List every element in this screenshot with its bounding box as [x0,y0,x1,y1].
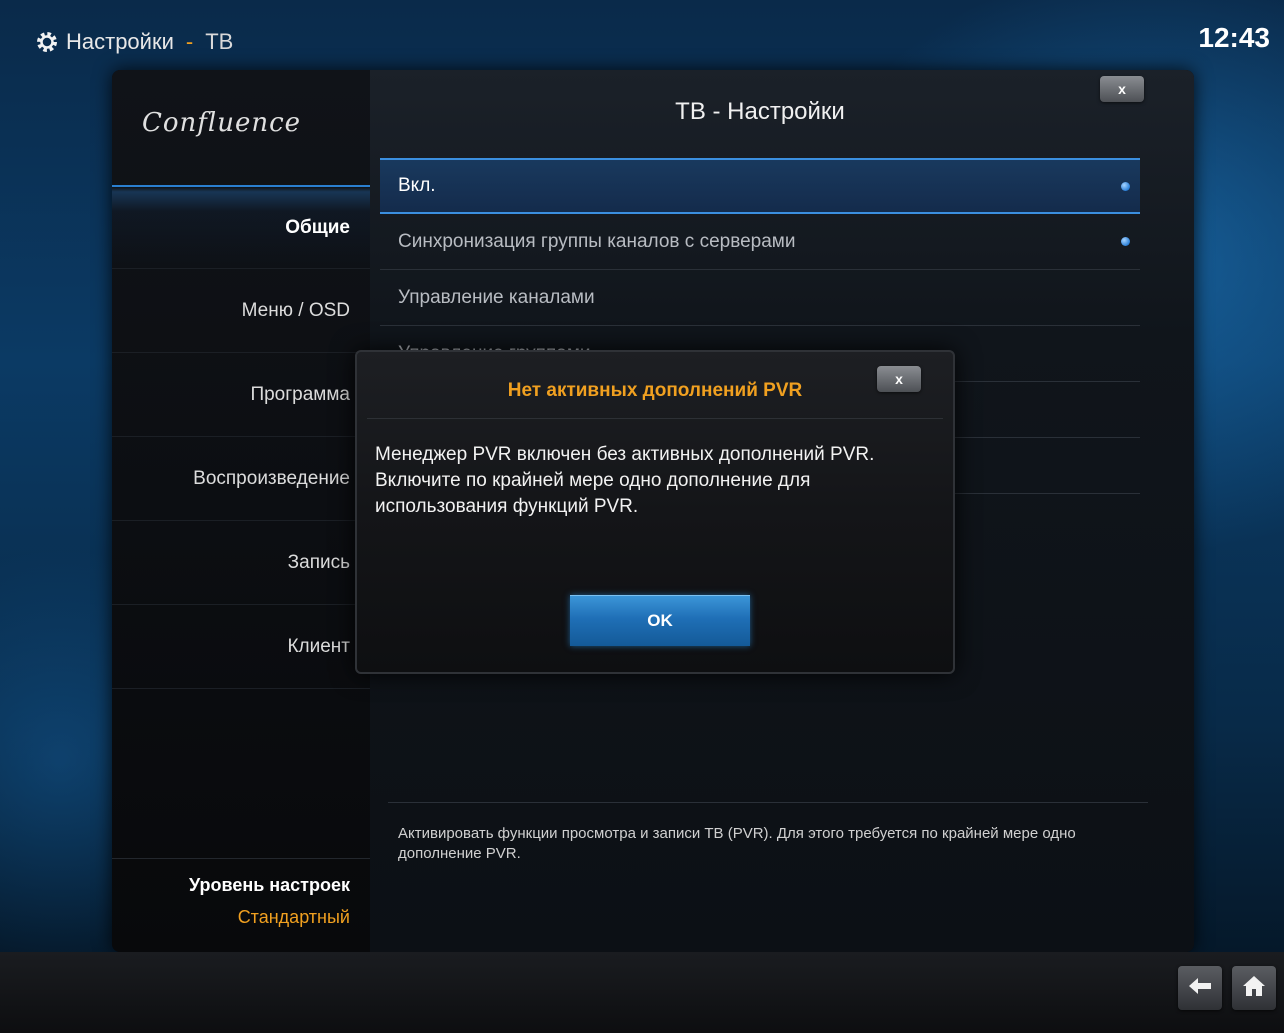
sidebar-item-label: Программа [250,383,350,405]
home-button[interactable] [1232,966,1276,1010]
radio-on-icon[interactable] [1121,237,1130,246]
app-title: Настройки [66,29,174,54]
dialog-close-button[interactable]: x [877,366,921,392]
title-separator: - [185,29,194,54]
sidebar-divider [112,858,370,859]
setting-sync-groups[interactable]: Синхронизация группы каналов с серверами [380,214,1140,270]
back-arrow-icon [1187,976,1213,1001]
close-button[interactable]: x [1100,76,1144,102]
ok-button[interactable]: OK [570,595,750,646]
setting-label: Управление каналами [398,286,595,308]
gear-icon [36,31,58,53]
dialog-message: Менеджер PVR включен без активных дополн… [375,444,875,517]
section-title: ТВ [205,29,234,54]
setting-label: Вкл. [398,175,436,196]
close-icon: x [1118,81,1126,97]
setting-channel-manager[interactable]: Управление каналами [380,270,1140,326]
clock: 12:43 [1198,22,1270,53]
sidebar-item-label: Клиент [287,635,350,657]
setting-label: Синхронизация группы каналов с серверами [398,230,796,252]
sidebar-item-client[interactable]: Клиент [112,605,370,689]
sidebar-item-epg[interactable]: Программа [112,353,370,437]
bottom-bar [0,952,1284,1033]
home-icon [1241,974,1267,1003]
page-title: ТВ - Настройки [675,98,845,125]
sidebar: Confluence Общие Меню / OSD Программа Во… [112,70,371,952]
setting-description: Активировать функции просмотра и записи … [398,825,1076,862]
close-icon: x [895,371,903,387]
dialog-divider [367,418,943,419]
sidebar-item-label: Запись [287,551,350,573]
description-divider [388,802,1148,803]
settings-level-label[interactable]: Уровень настроек [189,875,350,896]
sidebar-item-recording[interactable]: Запись [112,521,370,605]
setting-enabled[interactable]: Вкл. [380,158,1140,214]
dialog-title: Нет активных дополнений PVR [507,380,803,401]
sidebar-item-label: Воспроизведение [193,467,350,489]
radio-on-icon[interactable] [1121,181,1130,191]
sidebar-item-general[interactable]: Общие [112,185,370,269]
sidebar-item-playback[interactable]: Воспроизведение [112,437,370,521]
sidebar-item-menu-osd[interactable]: Меню / OSD [112,269,370,353]
logo: Confluence [142,108,302,138]
window-title: Настройки - ТВ [36,24,233,60]
ok-button-label: OK [647,611,673,630]
error-dialog: Нет активных дополнений PVR x Менеджер P… [355,350,955,674]
sidebar-item-label: Общие [285,216,350,238]
sidebar-item-label: Меню / OSD [241,299,350,321]
settings-level-value[interactable]: Стандартный [238,907,350,928]
back-button[interactable] [1178,966,1222,1010]
